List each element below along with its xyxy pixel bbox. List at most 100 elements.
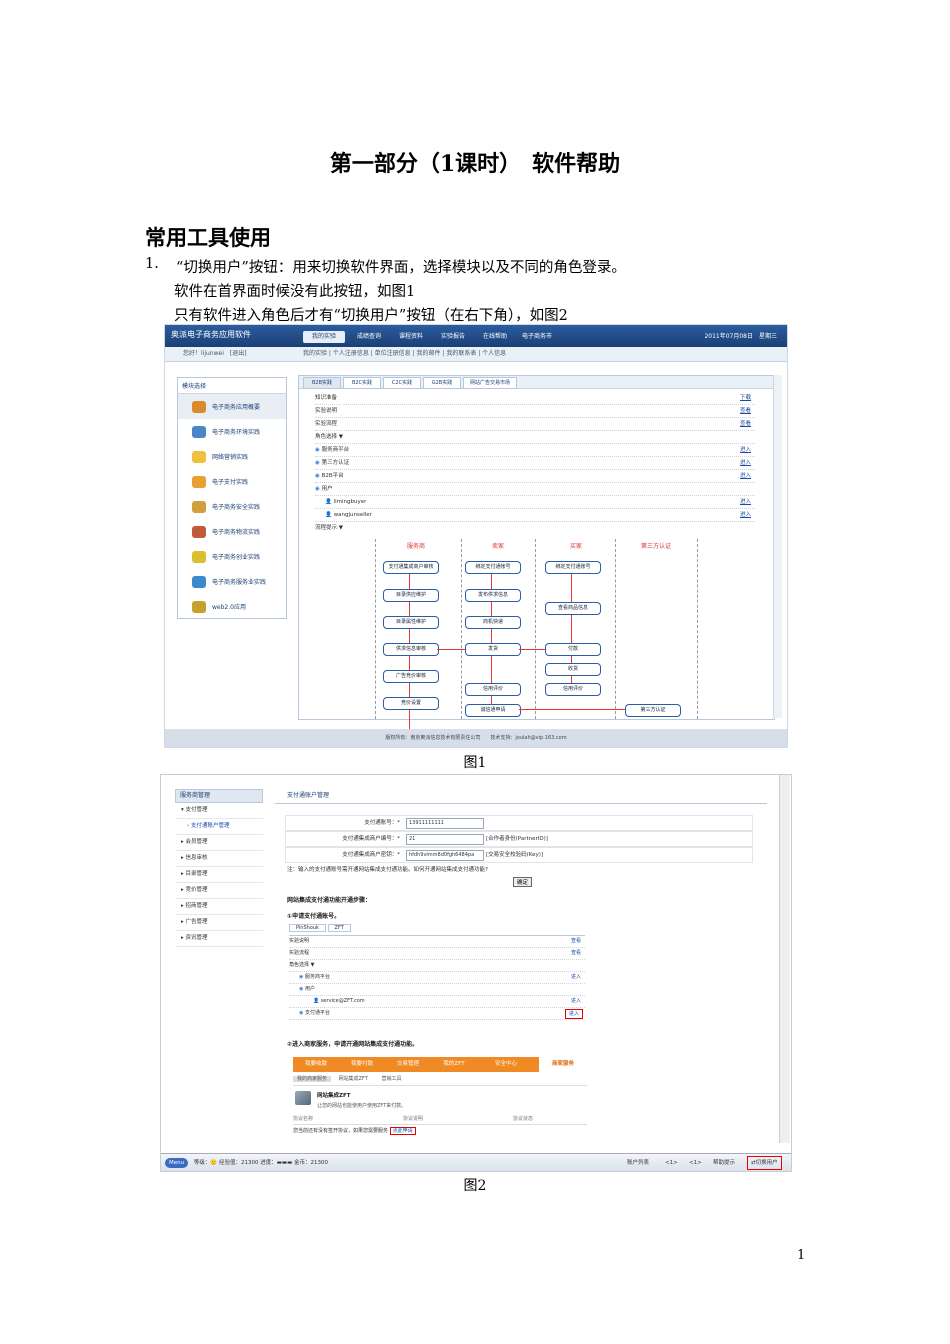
panel-title: 支付通账户管理 xyxy=(275,789,767,804)
sidebar-item[interactable]: 网络营销实践 xyxy=(178,444,286,469)
tab-g2b[interactable]: G2B实践 xyxy=(423,377,461,389)
service-icon xyxy=(192,575,206,588)
tab-market[interactable]: 电子商务市 xyxy=(517,331,557,343)
tab-help[interactable]: 在线帮助 xyxy=(475,331,515,343)
list-item[interactable]: 角色选择 ▼ xyxy=(289,960,585,972)
sidebar-item[interactable]: 电子商务物流实践 xyxy=(178,519,286,544)
status-bar: Menu 等级：🙂 经验值：21300 进度：▬▬▬ 金币：21300 账户列表… xyxy=(161,1153,791,1171)
user-icon: 👤 xyxy=(313,998,321,1004)
list-item: ◉ B2B平台 进入 xyxy=(315,470,755,483)
integration-icon xyxy=(295,1091,311,1105)
mini-tabs: PinShouk ZFT xyxy=(289,924,585,936)
tab-c2c[interactable]: C2C实践 xyxy=(383,377,421,389)
list-item: 实验流程 查看 xyxy=(315,418,755,431)
agreement-table-head: 协议名称 协议说明 协议状态 xyxy=(293,1115,587,1125)
help-tip-link[interactable]: 帮助提示 xyxy=(713,1154,735,1171)
sidebar-item[interactable]: 电子支付实践 xyxy=(178,469,286,494)
tab-my-zft[interactable]: 我的ZFT xyxy=(431,1057,477,1072)
mini-role-table: PinShouk ZFT 实验说明 查看 实验流程 查看 角色选择 ▼ ◉ 服务商平… xyxy=(289,924,585,1020)
tab-receive[interactable]: 我要收款 xyxy=(293,1057,339,1072)
sidebar-item[interactable]: web2.0应用 xyxy=(178,594,286,619)
list-item[interactable]: 流程提示 ▼ xyxy=(315,522,755,534)
lane-divider xyxy=(461,539,462,719)
view-link[interactable]: 查看 xyxy=(740,418,751,430)
tab-my-experiment[interactable]: 我的实验 xyxy=(303,331,345,343)
sidebar-item[interactable]: 电子商务应用概要 xyxy=(178,394,286,419)
enter-link[interactable]: 进入 xyxy=(740,470,751,482)
form-row: 支付通账号：* 13911111111 xyxy=(285,815,753,831)
enter-link[interactable]: 进入 xyxy=(740,457,751,469)
tab-scores[interactable]: 成绩查询 xyxy=(349,331,389,343)
sidebar-item[interactable]: 电子商务安全实践 xyxy=(178,494,286,519)
sidebar-item[interactable]: ▸ 招商管理 xyxy=(175,899,263,915)
paragraph-line-2: 软件在首界面时候没有此按钮，如图1 xyxy=(174,284,416,300)
tab-ad-market[interactable]: 网站广告交易市场 xyxy=(463,377,517,389)
switch-user-button[interactable]: ⇄切换用户 xyxy=(747,1156,782,1170)
flow-box: 发布供求信息 xyxy=(465,589,521,602)
apply-link[interactable]: 点此申请 xyxy=(389,1127,416,1135)
confirm-button[interactable]: 确定 xyxy=(513,877,533,887)
module-sidebar: 模块选择 电子商务应用概要 电子商务环境实践 网络营销实践 电子支付实践 电子商… xyxy=(177,377,287,619)
service-sidebar: 服务商管理 ▾ 支付管理 › 支付通账户管理 ▸ 会员管理 ▸ 信息审核 ▸ 目… xyxy=(175,789,263,947)
sidebar-item[interactable]: ▸ 竞价管理 xyxy=(175,883,263,899)
sidebar-item[interactable]: › 支付通账户管理 xyxy=(175,819,263,835)
list-item: 👤 wangjunseller 进入 xyxy=(315,509,755,522)
sidebar-item[interactable]: ▾ 支付管理 xyxy=(175,803,263,819)
next-page[interactable]: <1> xyxy=(689,1154,702,1171)
account-list-link[interactable]: 账户列表 xyxy=(627,1154,649,1171)
tab-b2c[interactable]: B2C实践 xyxy=(343,377,381,389)
sidebar-item[interactable]: 电子商务服务业实践 xyxy=(178,569,286,594)
sidebar-item[interactable]: ▸ 信息审核 xyxy=(175,851,263,867)
enter-link[interactable]: 进入 xyxy=(740,444,751,456)
merchant-key-input[interactable]: hfdh9vlmm8d0fgh6484pa xyxy=(406,850,484,861)
tab-security[interactable]: 安全中心 xyxy=(477,1057,535,1072)
sidebar-item[interactable]: ▸ 广告管理 xyxy=(175,915,263,931)
globe-icon: ◉ xyxy=(299,974,305,980)
section-heading: 常用工具使用 xyxy=(145,225,271,250)
view-link[interactable]: 查看 xyxy=(740,405,751,417)
tab-b2b[interactable]: B2B实践 xyxy=(303,377,341,389)
scrollbar[interactable] xyxy=(773,375,782,718)
download-link[interactable]: 下载 xyxy=(740,392,751,404)
list-item: 知识准备 下载 xyxy=(315,392,755,405)
flow-arrow xyxy=(437,649,465,650)
main-tabs: B2B实践 B2C实践 C2C实践 G2B实践 网站广告交易市场 xyxy=(299,376,774,389)
enter-link[interactable]: 进入 xyxy=(740,496,751,508)
sidebar-item[interactable]: 电子商务创业实践 xyxy=(178,544,286,569)
paragraph-line-3: 只有软件进入角色后才有“切换用户”按钮（在右下角），如图2 xyxy=(174,308,568,324)
form-note: 注：输入的支付通账号需开通网站集成支付通功能。如何开通网站集成支付通功能? xyxy=(287,867,488,873)
tab-pay[interactable]: 我要付款 xyxy=(339,1057,385,1072)
account-input[interactable]: 13911111111 xyxy=(406,818,484,829)
globe-icon: ◉ xyxy=(299,986,305,992)
marketing-icon xyxy=(192,450,206,463)
flow-box: 信用评价 xyxy=(465,683,521,696)
figure-1-screenshot: 奥派电子商务应用软件 我的实验 成绩查询 课程资料 实验报告 在线帮助 电子商务… xyxy=(164,324,788,748)
main-panel: B2B实践 B2C实践 C2C实践 G2B实践 网站广告交易市场 知识准备 下载 … xyxy=(298,375,775,729)
flow-box: 目录供应维护 xyxy=(383,589,439,602)
scrollbar[interactable] xyxy=(779,775,790,1143)
merchant-id-input[interactable]: 21 xyxy=(406,834,484,845)
tab-reports[interactable]: 实验报告 xyxy=(433,331,473,343)
sub-nav: 您好！lijunwei [退出] 我的实验 | 个人注册信息 | 单位注册信息 … xyxy=(165,347,787,362)
list-item: 实验说明 查看 xyxy=(289,936,585,948)
sidebar-item[interactable]: 电子商务环境实践 xyxy=(178,419,286,444)
form-row: 支付通集成商户编号：* 21 [合作者身份(PartnerID)] xyxy=(285,831,753,847)
menu-button[interactable]: Menu xyxy=(165,1158,189,1168)
sub-nav-links[interactable]: 我的实验 | 个人注册信息 | 单位注册信息 | 我的邮件 | 我的联系表 | … xyxy=(303,347,506,361)
tab-merchant-service[interactable]: 商家服务 xyxy=(539,1057,587,1072)
sidebar-item[interactable]: ▸ 会员管理 xyxy=(175,835,263,851)
lane-divider xyxy=(375,539,376,719)
enter-link-highlighted[interactable]: 进入 xyxy=(564,1009,583,1019)
lane-head: 买家 xyxy=(569,543,582,550)
prev-page[interactable]: <1> xyxy=(665,1154,678,1171)
app-title: 奥派电子商务应用软件 xyxy=(171,330,251,339)
list-item[interactable]: 角色选择 ▼ xyxy=(315,431,755,444)
sidebar-title: 模块选择 xyxy=(178,378,286,394)
flow-box: 付款 xyxy=(545,643,601,656)
enter-link[interactable]: 进入 xyxy=(740,509,751,521)
tab-trade[interactable]: 交易管理 xyxy=(385,1057,431,1072)
sidebar-item[interactable]: ▸ 资讯管理 xyxy=(175,931,263,947)
sidebar-item[interactable]: ▸ 目录管理 xyxy=(175,867,263,883)
tab-materials[interactable]: 课程资料 xyxy=(391,331,431,343)
account-panel: 支付通账户管理 支付通账号：* 13911111111 支付通集成商户编号：* … xyxy=(275,789,775,1141)
